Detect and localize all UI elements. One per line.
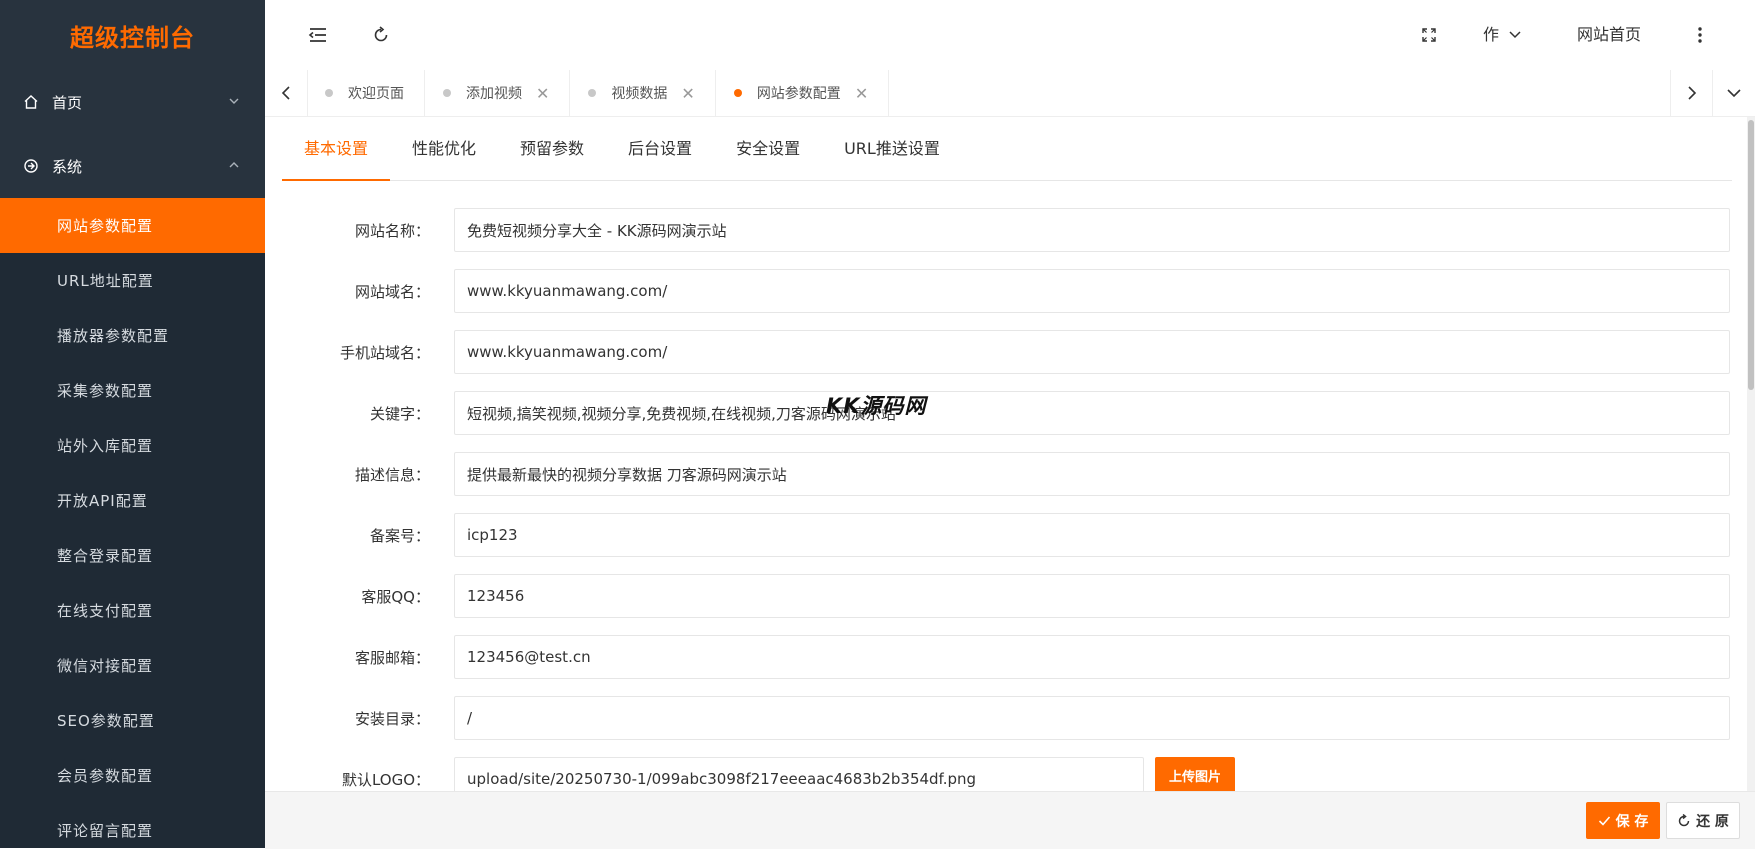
tab-label: 视频数据 [611, 86, 668, 102]
subtab-reserved[interactable]: 预留参数 [498, 117, 606, 180]
tab-bar: 欢迎页面 添加视频 ✕ 视频数据 ✕ 网站参数配置 ✕ [265, 70, 1755, 117]
form-row-keywords: 关键字： [265, 391, 1755, 437]
sidebar-item-collect[interactable]: 采集参数配置 [0, 363, 265, 418]
tab-scroll-right-icon[interactable] [1670, 70, 1713, 116]
main-content: 基本设置 性能优化 预留参数 后台设置 安全设置 URL推送设置 网站名称： 网… [265, 117, 1755, 791]
reset-button[interactable]: 还 原 [1666, 802, 1740, 839]
keywords-label: 关键字： [369, 405, 430, 423]
close-icon[interactable]: ✕ [681, 84, 694, 103]
tab-menu-chevron-down-icon[interactable] [1712, 70, 1755, 116]
sidebar-item-login[interactable]: 整合登录配置 [0, 528, 265, 583]
service-email-label: 客服邮箱： [354, 649, 430, 667]
menu-collapse-icon[interactable] [306, 23, 330, 47]
close-icon[interactable]: ✕ [536, 84, 549, 103]
mobile-domain-label: 手机站域名： [339, 344, 430, 362]
sidebar-item-site-params[interactable]: 网站参数配置 [0, 198, 265, 253]
chevron-down-icon [227, 94, 243, 110]
tab-dot [733, 89, 742, 97]
subtab-admin[interactable]: 后台设置 [606, 117, 714, 180]
sidebar-item-member[interactable]: 会员参数配置 [0, 748, 265, 803]
check-icon [1598, 814, 1611, 827]
chevron-down-icon [1508, 1, 1522, 71]
description-input[interactable] [454, 452, 1730, 496]
form-row-default-logo: 默认LOGO： 上传图片 [265, 757, 1755, 791]
top-header: 作 网站首页 [265, 0, 1755, 71]
sidebar-item-offsite[interactable]: 站外入库配置 [0, 418, 265, 473]
tab-dot [588, 89, 597, 97]
subtab-basic[interactable]: 基本设置 [282, 117, 391, 181]
mobile-domain-input[interactable] [454, 330, 1730, 374]
sidebar-item-payment[interactable]: 在线支付配置 [0, 583, 265, 638]
settings-tabs: 基本设置 性能优化 预留参数 后台设置 安全设置 URL推送设置 [282, 117, 1732, 181]
site-home-link[interactable]: 网站首页 [1577, 0, 1641, 70]
tab-add-video[interactable]: 添加视频 ✕ [425, 70, 571, 116]
subtab-url-push[interactable]: URL推送设置 [822, 117, 962, 180]
form-row-description: 描述信息： [265, 452, 1755, 498]
tab-dot [325, 89, 333, 97]
icp-label: 备案号： [369, 527, 430, 545]
system-icon [22, 157, 40, 175]
icp-input[interactable] [454, 513, 1730, 557]
sidebar-item-url[interactable]: URL地址配置 [0, 253, 265, 308]
service-email-input[interactable] [454, 635, 1730, 679]
site-name-input[interactable] [454, 208, 1730, 252]
tab-video-data[interactable]: 视频数据 ✕ [570, 70, 716, 116]
form-row-install-dir: 安装目录： [265, 696, 1755, 742]
home-icon [22, 93, 40, 111]
install-dir-label: 安装目录： [354, 710, 430, 728]
keywords-input[interactable] [454, 391, 1730, 435]
site-domain-input[interactable] [454, 269, 1730, 313]
save-button[interactable]: 保 存 [1586, 802, 1660, 839]
sidebar: 超级控制台 首页 系统 网站参数配置 URL地址配置 播放器参数配置 采集参数配… [0, 0, 265, 848]
subtab-security[interactable]: 安全设置 [714, 117, 822, 180]
install-dir-input[interactable] [454, 696, 1730, 740]
save-label: 保 存 [1615, 813, 1649, 830]
sidebar-item-wechat[interactable]: 微信对接配置 [0, 638, 265, 693]
chevron-up-icon [227, 158, 243, 174]
tab-label: 添加视频 [466, 86, 522, 102]
form-row-site-name: 网站名称： [265, 208, 1755, 254]
app-logo: 超级控制台 [0, 0, 265, 70]
description-label: 描述信息： [354, 466, 430, 484]
close-icon[interactable]: ✕ [855, 84, 868, 103]
site-domain-label: 网站域名： [354, 283, 430, 301]
fullscreen-icon[interactable] [1417, 23, 1441, 47]
upload-image-button[interactable]: 上传图片 [1155, 757, 1235, 791]
sidebar-item-comment[interactable]: 评论留言配置 [0, 803, 265, 848]
sidebar-group-label: 首页 [52, 93, 83, 112]
default-logo-input[interactable] [454, 757, 1144, 791]
default-logo-label: 默认LOGO： [341, 771, 430, 789]
page-tabs: 欢迎页面 添加视频 ✕ 视频数据 ✕ 网站参数配置 ✕ [307, 70, 890, 116]
tab-label: 网站参数配置 [756, 86, 841, 102]
refresh-icon[interactable] [369, 23, 393, 47]
sidebar-group-system[interactable]: 系统 [0, 134, 265, 198]
sidebar-group-home[interactable]: 首页 [0, 70, 265, 134]
user-menu-label: 作 [1483, 25, 1500, 44]
sidebar-item-player[interactable]: 播放器参数配置 [0, 308, 265, 363]
tab-dot [443, 89, 451, 97]
sidebar-group-label: 系统 [52, 157, 83, 176]
sidebar-submenu: 网站参数配置 URL地址配置 播放器参数配置 采集参数配置 站外入库配置 开放A… [0, 198, 265, 848]
form-row-mobile-domain: 手机站域名： [265, 330, 1755, 376]
sidebar-item-seo[interactable]: SEO参数配置 [0, 693, 265, 748]
form-row-icp: 备案号： [265, 513, 1755, 559]
user-menu[interactable]: 作 [1483, 0, 1522, 70]
form-row-service-email: 客服邮箱： [265, 635, 1755, 681]
form-row-site-domain: 网站域名： [265, 269, 1755, 315]
content-scrollbar-thumb[interactable] [1748, 120, 1754, 390]
tab-scroll-left-icon[interactable] [265, 70, 308, 116]
tab-label: 欢迎页面 [348, 86, 404, 102]
service-qq-label: 客服QQ： [361, 588, 430, 606]
form-row-service-qq: 客服QQ： [265, 574, 1755, 620]
site-name-label: 网站名称： [354, 222, 430, 240]
more-vertical-icon[interactable] [1688, 23, 1712, 47]
reset-label: 还 原 [1696, 813, 1729, 830]
service-qq-input[interactable] [454, 574, 1730, 618]
subtab-performance[interactable]: 性能优化 [390, 117, 498, 180]
tab-welcome[interactable]: 欢迎页面 [307, 70, 425, 116]
sidebar-item-api[interactable]: 开放API配置 [0, 473, 265, 528]
form-footer: 保 存 还 原 [265, 791, 1755, 849]
tab-site-params[interactable]: 网站参数配置 ✕ [716, 70, 890, 116]
reset-icon [1677, 813, 1691, 828]
